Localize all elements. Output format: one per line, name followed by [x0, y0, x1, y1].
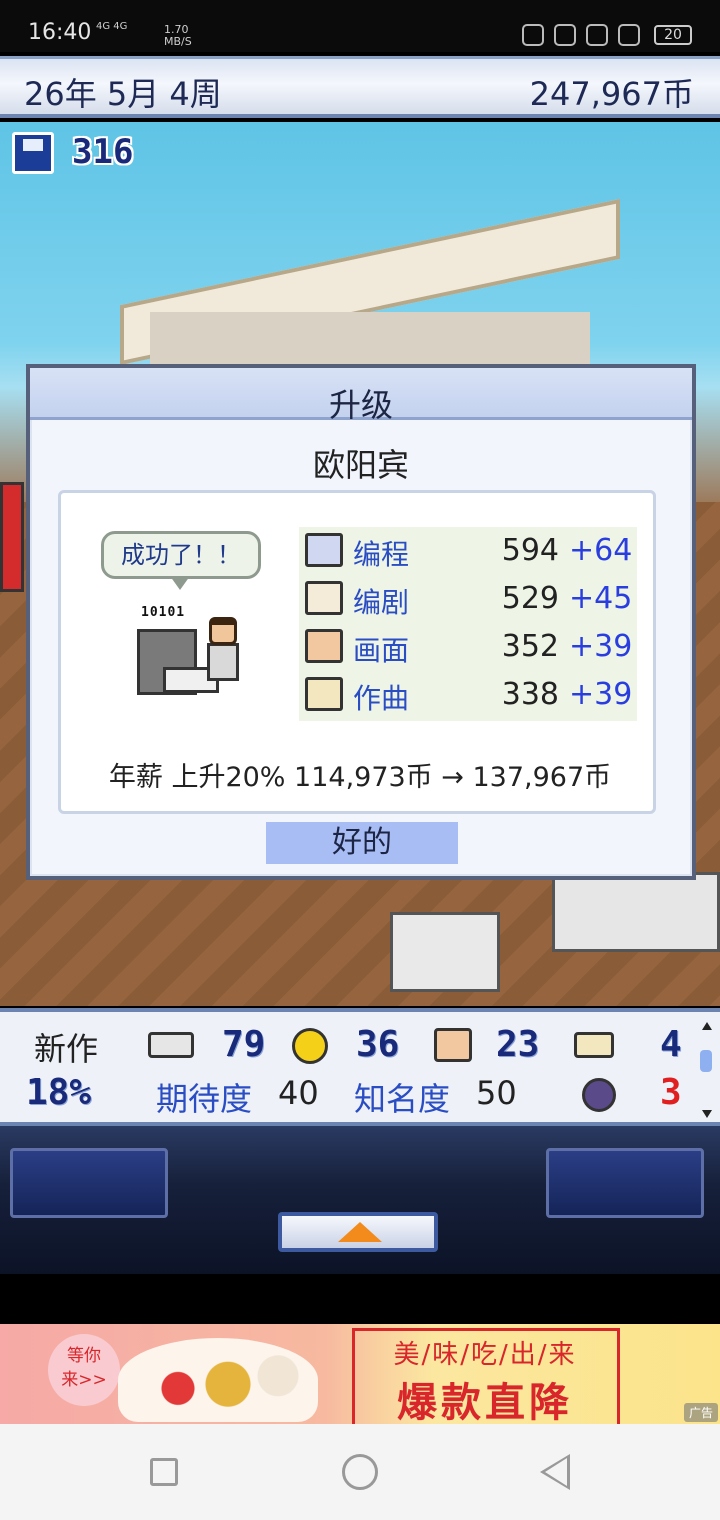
back-icon[interactable]: [540, 1454, 570, 1490]
office-wall: [150, 312, 590, 372]
stat-label: 编剧: [353, 586, 410, 619]
stat-increase: +64: [569, 533, 633, 568]
person-head: [209, 617, 237, 645]
stat-increase: +39: [569, 629, 633, 664]
project-info-bar[interactable]: 新作 18% 79 36 23 4 期待度 40 知名度 50 3: [0, 1008, 720, 1126]
palette-icon: [434, 1028, 472, 1062]
vending-machine: [0, 482, 24, 592]
computer-icon: [305, 533, 343, 567]
stat-value: 594: [501, 533, 559, 568]
stat-row-programming: 编程 594 +64: [299, 527, 637, 575]
status-icons: [522, 24, 640, 46]
ad-slogan: 爆款直降: [397, 1380, 573, 1424]
stat-label: 作曲: [353, 682, 410, 715]
cabinet: [390, 912, 500, 992]
ad-badge[interactable]: 等你 来>>: [48, 1334, 120, 1406]
stat-value: 529: [501, 581, 559, 616]
employee-sprite: 10101: [137, 605, 257, 701]
game-mode-icon: [522, 24, 544, 46]
person-sprite: [201, 617, 241, 689]
ad-badge-line1: 等你: [67, 1346, 101, 1366]
navigation-bar: [0, 1424, 720, 1520]
speech-bubble: 成功了！！: [101, 531, 261, 590]
controller-icon: [148, 1032, 194, 1058]
ok-button[interactable]: 好的: [266, 822, 458, 864]
trumpet-icon: [574, 1032, 614, 1058]
recent-apps-icon[interactable]: [150, 1458, 178, 1486]
save-icon[interactable]: [12, 132, 54, 174]
stats-list: 编程 594 +64 编剧 529 +45 画面 352 +39 作曲 338 …: [299, 527, 637, 721]
stat-increase: +45: [569, 581, 633, 616]
stat-value: 338: [501, 677, 559, 712]
battery-icon: 20: [654, 25, 692, 45]
left-menu-button[interactable]: [10, 1148, 168, 1218]
bugs-value: 3: [660, 1072, 682, 1113]
network-indicator: 4G 4G: [96, 21, 128, 32]
scroll-down-icon[interactable]: [702, 1110, 712, 1118]
status-time: 16:40: [28, 20, 92, 45]
bookshelf: [552, 872, 720, 952]
lock-icon: [586, 24, 608, 46]
palette-icon: [305, 629, 343, 663]
status-bar: 16:40 4G 4G 1.70 MB/S 20: [0, 0, 720, 52]
expectation-value: 40: [278, 1074, 319, 1112]
creativity-value: 36: [356, 1024, 400, 1065]
stat-row-scenario: 编剧 529 +45: [299, 575, 637, 623]
expectation-label: 期待度: [156, 1080, 253, 1118]
stats-panel: 成功了！！ 10101 编程 594 +64 编剧 529 +45 画面 352…: [58, 490, 656, 814]
stat-label: 画面: [353, 634, 410, 667]
employee-name: 欧阳宾: [312, 446, 409, 484]
ad-badge-line2: 来>>: [61, 1370, 107, 1390]
fame-label: 知名度: [354, 1080, 451, 1118]
stat-row-graphics: 画面 352 +39: [299, 623, 637, 671]
person-body: [207, 643, 239, 681]
stat-row-sound: 作曲 338 +39: [299, 671, 637, 719]
top-info-bar: 26年 5月 4周 247,967币: [0, 56, 720, 118]
trumpet-icon: [305, 677, 343, 711]
stat-increase: +39: [569, 677, 633, 712]
bug-icon: [582, 1078, 616, 1112]
scroll-thumb[interactable]: [700, 1050, 712, 1072]
right-menu-button[interactable]: [546, 1148, 704, 1218]
stat-value: 352: [501, 629, 559, 664]
alarm-icon: [618, 24, 640, 46]
funds-display: 247,967币: [529, 75, 694, 113]
ad-label: 广告: [683, 1403, 718, 1422]
coin-icon: [292, 1028, 328, 1064]
vibrate-icon: [554, 24, 576, 46]
progress-percent: 18%: [26, 1072, 92, 1113]
graphics-value: 23: [496, 1024, 540, 1065]
network-speed-unit: MB/S: [164, 35, 192, 48]
game-date: 26年 5月 4周: [24, 75, 222, 113]
fun-value: 79: [222, 1024, 266, 1065]
stat-label: 编程: [353, 538, 410, 571]
sound-value: 4: [660, 1024, 682, 1065]
level-up-dialog: 升级 欧阳宾 成功了！！ 10101 编程 594 +64 编剧 529 +45…: [26, 364, 696, 880]
bottom-controls: [0, 1126, 720, 1274]
fame-value: 50: [476, 1074, 517, 1112]
book-icon: [305, 581, 343, 615]
ad-food-image: [118, 1338, 318, 1422]
salary-change: 年薪 上升20% 114,973币 → 137,967币: [108, 762, 612, 793]
ad-headline: 美/味/吃/出/来: [393, 1340, 577, 1370]
ad-banner[interactable]: 等你 来>> 美/味/吃/出/来 爆款直降 广告: [0, 1324, 720, 1424]
expand-menu-button[interactable]: [278, 1212, 438, 1252]
scroll-up-icon[interactable]: [702, 1022, 712, 1030]
home-icon[interactable]: [342, 1454, 378, 1490]
dialog-title: 升级: [328, 386, 393, 424]
binary-text: 10101: [141, 605, 186, 620]
new-work-label: 新作: [34, 1030, 99, 1068]
info-scrollbar[interactable]: [700, 1022, 712, 1118]
network-speed: 1.70 MB/S: [164, 24, 192, 48]
save-count: 316: [72, 132, 134, 172]
